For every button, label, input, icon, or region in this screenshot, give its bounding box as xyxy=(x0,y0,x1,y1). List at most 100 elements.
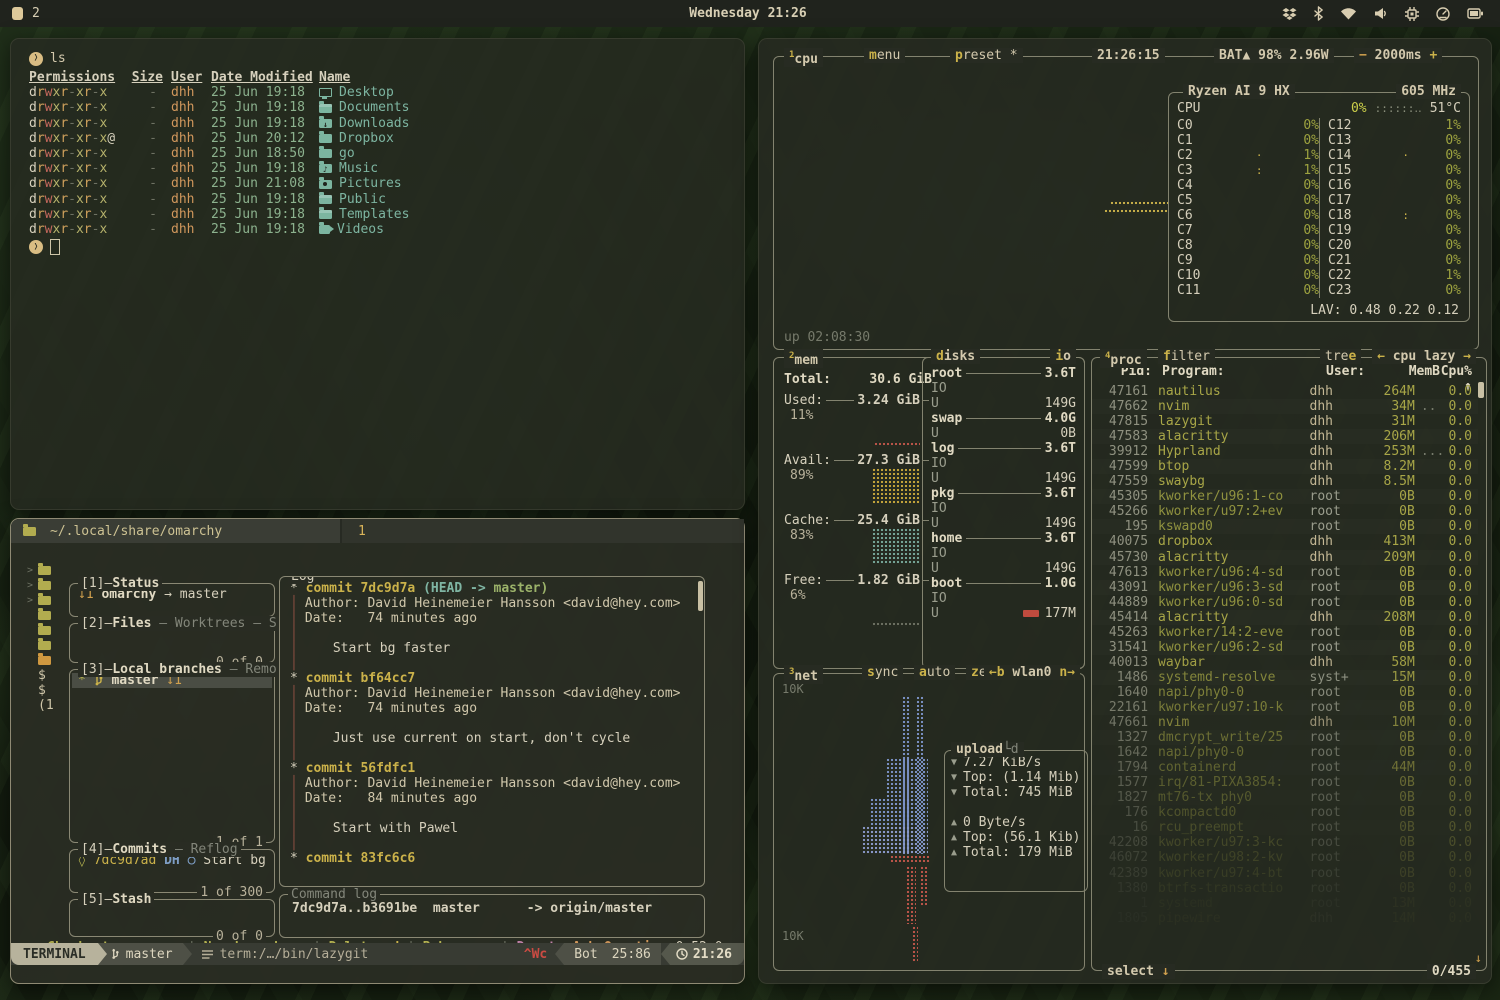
btop-window[interactable]: 1cpu menu preset * 21:26:15 BAT▲ 98% 2.9… xyxy=(758,38,1492,984)
process-row[interactable]: 47583 alacritty dhh 206M 0.0 xyxy=(1092,429,1478,444)
process-row[interactable]: 1805 pipewire dhh 14M 0.0 xyxy=(1092,911,1478,926)
volume-icon[interactable] xyxy=(1374,7,1388,20)
explorer-item[interactable]: > xyxy=(27,578,69,593)
process-row[interactable]: 40013 waybar dhh 58M 0.0 xyxy=(1092,655,1478,670)
panel-files[interactable]: [2]—Files — Worktrees — S 0 of 0 xyxy=(69,623,275,663)
workspace-number[interactable]: 2 xyxy=(32,6,40,21)
log-commit[interactable]: * commit 56fdfc1 │Author: David Heinemei… xyxy=(290,761,694,851)
process-row[interactable]: 1577 irq/81-PIXA3854: root 0B 0.0 xyxy=(1092,775,1478,790)
explorer-item[interactable]: (1 xyxy=(27,698,69,713)
process-row[interactable]: 47613 kworker/u96:4-sd root 0B 0.0 xyxy=(1092,565,1478,580)
lazygit-window[interactable]: ~/.local/share/omarchy 1 > > xyxy=(10,518,745,984)
process-row[interactable]: 40075 dropbox dhh 413M 0.0 xyxy=(1092,534,1478,549)
process-row[interactable]: 47661 nvim dhh 10M 0.0 xyxy=(1092,715,1478,730)
panel-log[interactable]: Log * commit 7dc9d7a (HEAD -> master) │A… xyxy=(279,576,705,887)
process-row[interactable]: 47662 nvim dhh 34M .. 0.0 xyxy=(1092,399,1478,414)
log-commit[interactable]: * commit 7dc9d7a (HEAD -> master) │Autho… xyxy=(290,581,694,671)
winbar-path: ~/.local/share/omarchy xyxy=(50,524,222,539)
process-row[interactable]: 45414 alacritty dhh 208M 0.0 xyxy=(1092,610,1478,625)
cpu-graph-dots xyxy=(1104,209,1168,214)
terminal-window[interactable]: ls Permissions Size User Date Modified N… xyxy=(10,38,745,510)
winbar-tab[interactable]: 1 xyxy=(342,519,744,543)
process-row[interactable]: 1794 containerd root 44M 0.0 xyxy=(1092,760,1478,775)
process-row[interactable]: 45730 alacritty dhh 209M 0.0 xyxy=(1092,550,1478,565)
process-row[interactable]: 42389 kworker/u97:4-bt root 0B 0.0 xyxy=(1092,866,1478,881)
process-row[interactable]: 47161 nautilus dhh 264M 0.0 xyxy=(1092,384,1478,399)
menu-button[interactable]: menu xyxy=(864,48,905,63)
net-interface-switcher[interactable]: ←b wlan0 n→ xyxy=(984,665,1080,680)
preset-button[interactable]: preset * xyxy=(950,48,1023,63)
process-row[interactable]: 1380 btrfs-transactio root 0B 0.0 xyxy=(1092,881,1478,896)
explorer-item[interactable] xyxy=(27,638,69,653)
process-row[interactable]: 42208 kworker/u97:3-kc root 0B 0.0 xyxy=(1092,835,1478,850)
log-scrollbar[interactable] xyxy=(698,581,703,611)
process-row[interactable]: 22161 kworker/u97:10-k root 0B 0.0 xyxy=(1092,700,1478,715)
process-row[interactable]: 176 kcompactd0 root 0B 0.0 xyxy=(1092,805,1478,820)
cpu-core-box: Ryzen AI 9 HX 605 MHz CPU 0% ::::::‥ 51°… xyxy=(1168,92,1470,322)
process-row[interactable]: 47599 btop dhh 8.2M 0.0 xyxy=(1092,459,1478,474)
log-commit[interactable]: * commit 83fc6c6 │ │ │ │ │ xyxy=(290,851,694,866)
process-row[interactable]: 1 systemd root 13M 0.0 xyxy=(1092,896,1478,911)
process-row[interactable]: 1486 systemd-resolve syst+ 15M 0.0 xyxy=(1092,670,1478,685)
commit-log: * commit 7dc9d7a (HEAD -> master) │Autho… xyxy=(280,577,704,870)
proc-sort-switcher[interactable]: ← cpu lazy → xyxy=(1372,349,1476,364)
net-auto-button[interactable]: auto xyxy=(914,665,955,680)
process-row[interactable]: 45305 kworker/u96:1-co root 0B 0.0 xyxy=(1092,489,1478,504)
explorer-item[interactable] xyxy=(27,608,69,623)
explorer-item[interactable]: $ xyxy=(27,668,69,683)
explorer-item[interactable] xyxy=(27,623,69,638)
dropbox-icon[interactable] xyxy=(1282,7,1297,21)
tab-io[interactable]: io xyxy=(1050,349,1076,364)
process-row[interactable]: 46072 kworker/u98:2-kv root 0B 0.0 xyxy=(1092,850,1478,865)
process-row[interactable]: 1640 napi/phy0-0 root 0B 0.0 xyxy=(1092,685,1478,700)
text-cursor[interactable] xyxy=(50,239,60,255)
ls-row: drwxr-xr-x - dhh 25 Jun 19:18 Music xyxy=(29,161,744,176)
explorer-file-icon xyxy=(38,626,51,635)
net-sync-button[interactable]: sync xyxy=(862,665,903,680)
proc-select-hint[interactable]: select ↓ xyxy=(1102,964,1175,979)
explorer-item[interactable]: > xyxy=(27,593,69,608)
process-row[interactable]: 45266 kworker/u97:2+ev root 0B 0.0 xyxy=(1092,504,1478,519)
process-row[interactable]: 16 rcu_preempt root 0B 0.0 xyxy=(1092,820,1478,835)
panel-command-log[interactable]: Command log 7dc9d7a..b3691be master -> o… xyxy=(279,894,705,938)
net-scale-bottom: 10K xyxy=(782,929,804,944)
process-row[interactable]: 1642 napi/phy0-0 root 0B 0.0 xyxy=(1092,745,1478,760)
log-commit[interactable]: * commit bf64cc7 │Author: David Heinemei… xyxy=(290,671,694,761)
panel-status[interactable]: [1]—Status ↓1 omarchy → master xyxy=(69,583,275,617)
proc-filter-button[interactable]: filter xyxy=(1158,349,1215,364)
panel-commits[interactable]: [4]—Commits — Reflog ◊ 7dc9d7ad DH ○ Sta… xyxy=(69,849,275,893)
proc-scrollbar[interactable] xyxy=(1478,382,1484,398)
chip-icon[interactable] xyxy=(1405,7,1419,21)
process-row[interactable]: 39912 Hyprland dhh 253M ... 0.0 xyxy=(1092,444,1478,459)
process-row[interactable]: 1327 dmcrypt_write/25 root 0B 0.0 xyxy=(1092,730,1478,745)
process-row[interactable]: 44889 kworker/u96:0-sd root 0B 0.0 xyxy=(1092,595,1478,610)
interval-minus-button[interactable]: − xyxy=(1359,48,1367,63)
proc-sort-column[interactable]: Cpu% ↑ xyxy=(1440,364,1472,379)
tab-disks[interactable]: disks xyxy=(931,349,980,364)
bluetooth-icon[interactable] xyxy=(1314,6,1323,21)
process-row[interactable]: 1827 mt76-tx phy0 root 0B 0.0 xyxy=(1092,790,1478,805)
core-row: C100% xyxy=(1177,268,1319,283)
process-row[interactable]: 47559 swaybg dhh 8.5M 0.0 xyxy=(1092,474,1478,489)
core-row: C210% xyxy=(1328,253,1461,268)
process-row[interactable]: 195 kswapd0 root 0B 0.0 xyxy=(1092,519,1478,534)
wifi-icon[interactable] xyxy=(1340,7,1357,20)
process-row[interactable]: 31541 kworker/u96:2-sd root 0B 0.0 xyxy=(1092,640,1478,655)
proc-tree-button[interactable]: tree xyxy=(1320,349,1361,364)
explorer-item[interactable]: $ xyxy=(27,683,69,698)
interval-plus-button[interactable]: + xyxy=(1429,48,1437,63)
explorer-item[interactable] xyxy=(27,653,69,668)
process-row[interactable]: 45263 kworker/14:2-eve root 0B 0.0 xyxy=(1092,625,1478,640)
explorer-item[interactable]: > xyxy=(27,563,69,578)
tab-proc[interactable]: 4proc xyxy=(1100,349,1147,368)
winbar-path-segment[interactable]: ~/.local/share/omarchy xyxy=(11,519,340,543)
process-row[interactable]: 47815 lazygit dhh 31M 0.0 xyxy=(1092,414,1478,429)
process-row[interactable]: 43091 kworker/u96:3-sd root 0B 0.0 xyxy=(1092,580,1478,595)
panel-branches[interactable]: [3]—Local branches — Remo * master ↓1 1 … xyxy=(69,669,275,843)
tab-cpu[interactable]: 1cpu xyxy=(784,48,823,67)
battery-icon[interactable] xyxy=(1467,7,1484,20)
cpu-frequency: 605 MHz xyxy=(1396,84,1461,99)
gauge-icon[interactable] xyxy=(1436,7,1450,21)
workspace-icon[interactable] xyxy=(12,7,23,20)
panel-stash[interactable]: [5]—Stash 0 of 0 xyxy=(69,899,275,937)
